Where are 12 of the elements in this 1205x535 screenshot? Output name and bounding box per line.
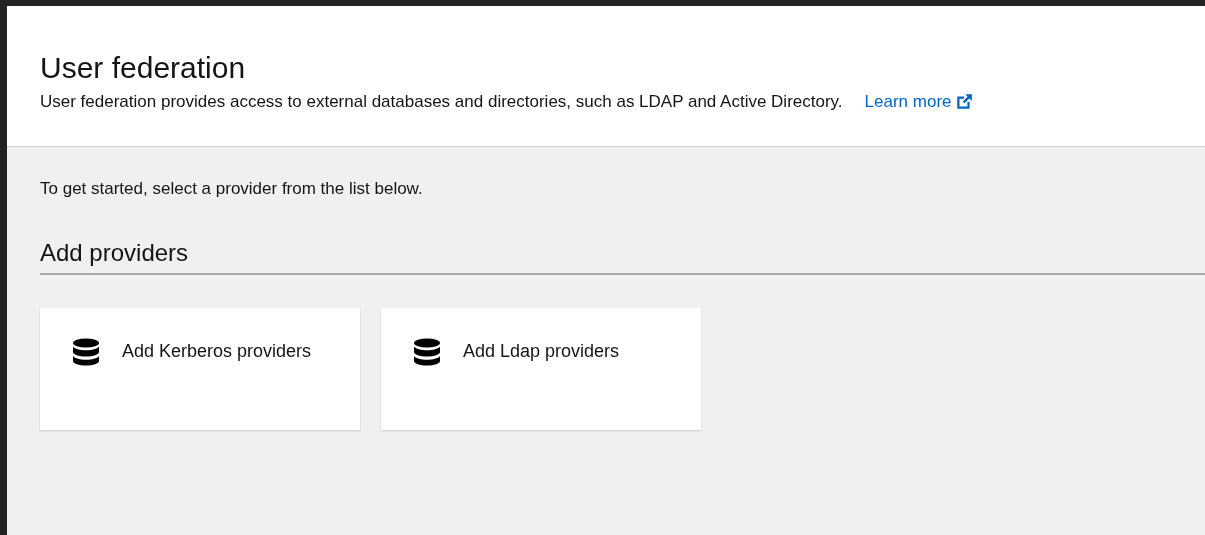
database-icon [413,338,441,366]
intro-text: To get started, select a provider from the list below. [40,179,424,199]
provider-card[interactable]: Add Kerberos providers [40,308,360,430]
card-title: Add Kerberos providers [122,340,312,363]
provider-card[interactable]: Add Ldap providers [381,308,701,430]
external-link-icon [954,93,973,111]
section-title: Add providers [40,239,1205,275]
page-description: User federation provides access to external databases and directories, such as LDAP and Active Directory. [40,92,843,112]
card-title: Add Ldap providers [463,340,621,363]
page-title: User federation [40,50,247,86]
database-icon [72,338,100,366]
learn-more-link[interactable]: Learn more [864,92,973,112]
